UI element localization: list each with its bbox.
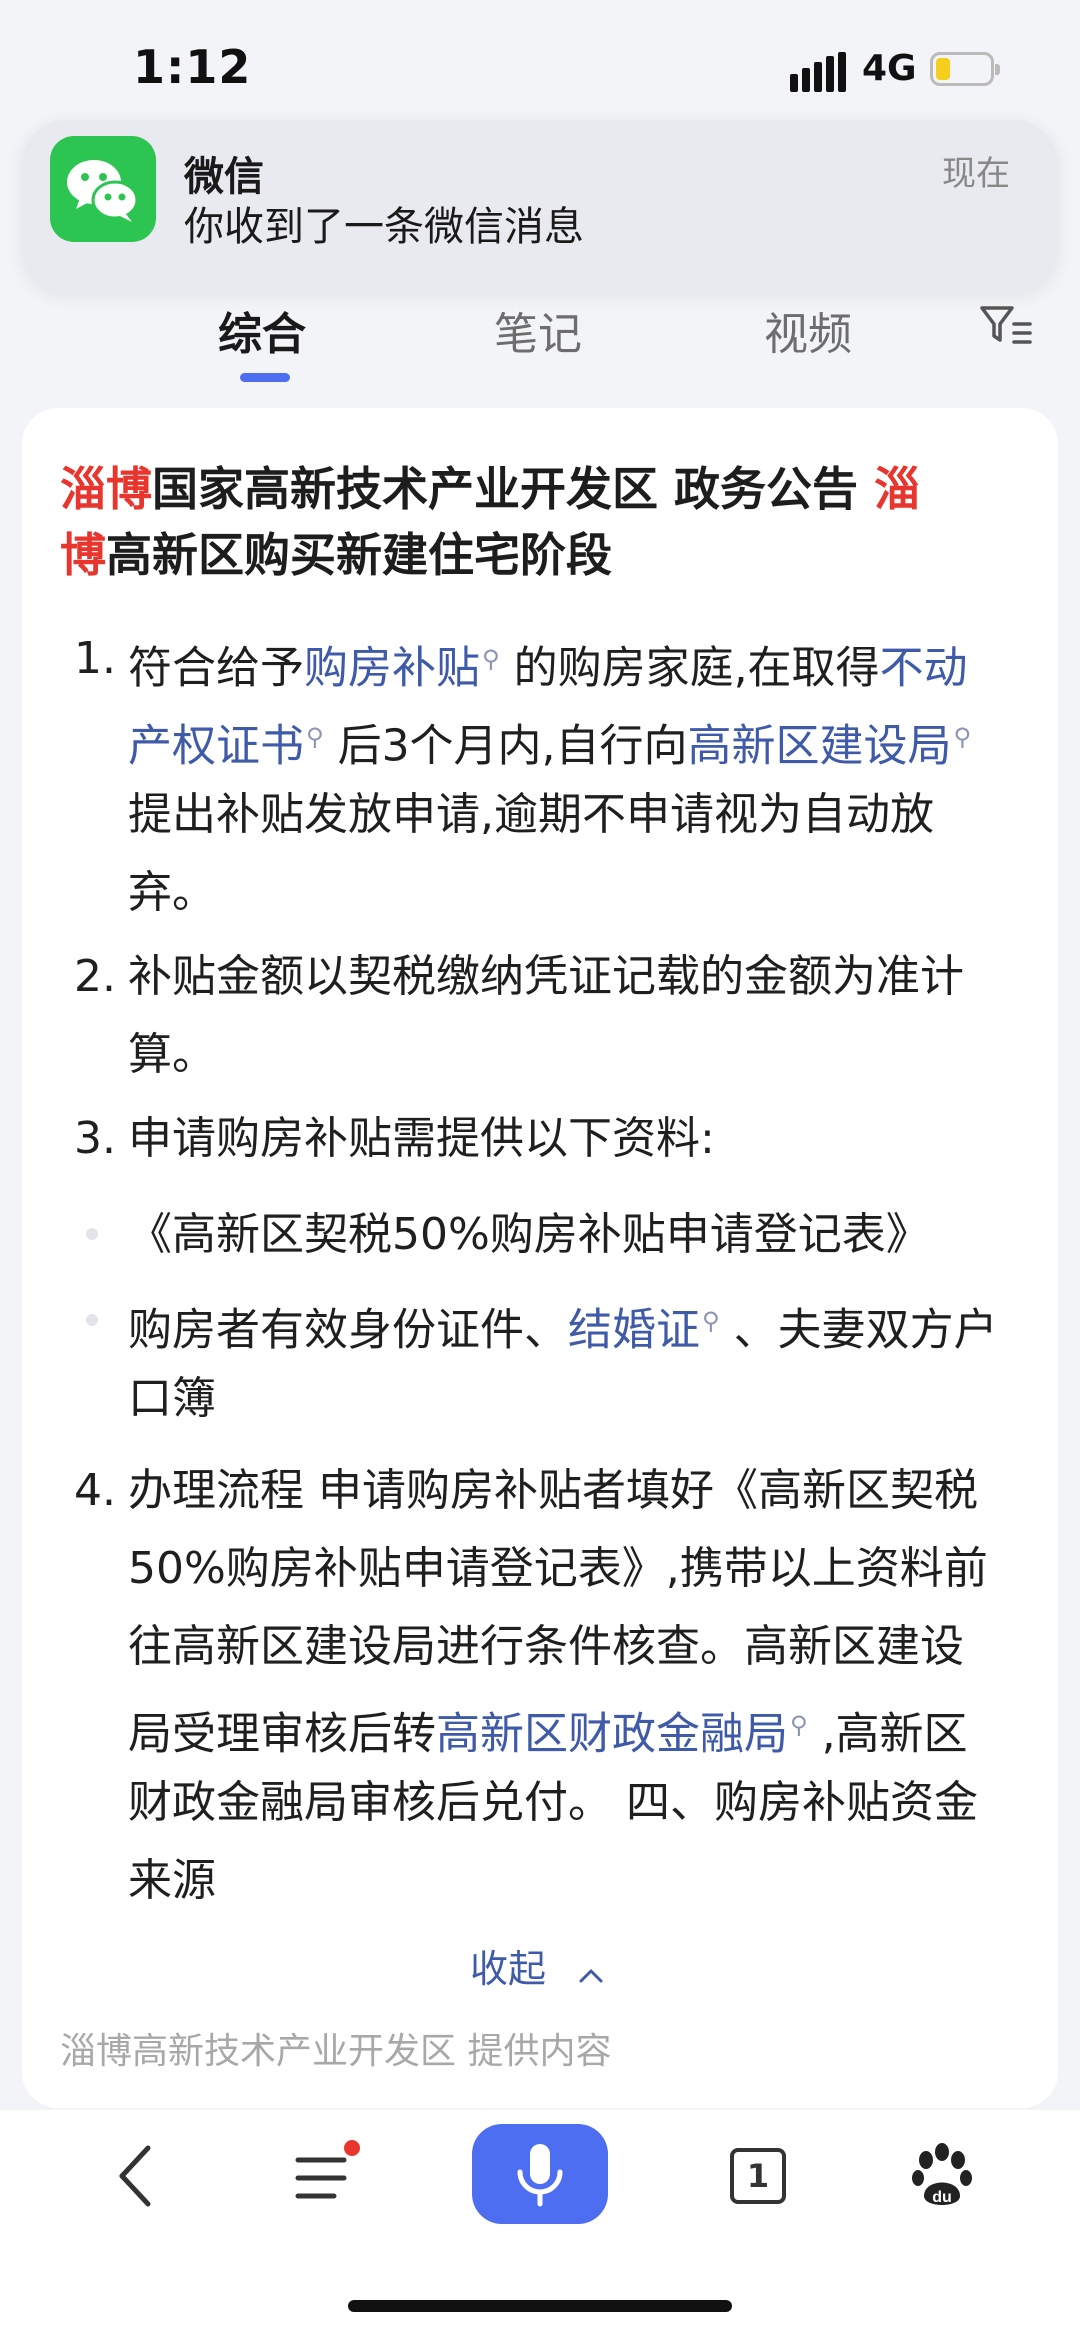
battery-icon <box>930 52 1000 86</box>
list-item-line: 申请购房补贴需提供以下资料: <box>128 1113 715 1164</box>
collapse-button[interactable]: 收起 <box>470 1938 604 1994</box>
list-number: 1. <box>74 633 116 684</box>
list-item-line: 50%购房补贴申请登记表》,携带以上资料前 <box>128 1543 988 1594</box>
bullet-item: 口簿 <box>128 1373 216 1424</box>
keyword-link[interactable]: 高新区财政金融局 <box>436 1709 788 1760</box>
list-item-line: 产权证书⚲ 后3个月内,自行向高新区建设局⚲ <box>128 698 971 786</box>
result-title[interactable]: 淄博国家高新技术产业开发区 政务公告 淄博高新区购买新建住宅阶段 <box>60 456 1020 588</box>
active-tab-indicator <box>240 373 290 382</box>
list-number: 3. <box>74 1113 116 1164</box>
text: ,高新区 <box>807 1708 968 1760</box>
bullet-item: 《高新区契税50%购房补贴申请登记表》 <box>128 1209 930 1260</box>
list-number: 2. <box>74 951 116 1002</box>
notification-time: 现在 <box>942 154 1010 194</box>
list-item-line: 往高新区建设局进行条件核查。高新区建设 <box>128 1621 964 1672</box>
search-icon[interactable]: ⚲ <box>702 1307 720 1335</box>
network-type: 4G <box>862 48 917 89</box>
collapse-label: 收起 <box>470 1947 547 1991</box>
bullet-dot <box>86 1314 98 1326</box>
status-bar: 1:12 4G <box>0 0 1080 130</box>
keyword-link[interactable]: 产权证书 <box>128 721 304 772</box>
baidu-paw-button[interactable]: du <box>910 2142 974 2210</box>
list-item-line: 财政金融局审核后兑付。 四、购房补贴资金 <box>128 1777 978 1828</box>
bullet-item: 购房者有效身份证件、结婚证⚲ 、夫妻双方户 <box>128 1282 998 1370</box>
text: 符合给予 <box>128 642 304 694</box>
tab-notes[interactable]: 笔记 <box>494 298 582 362</box>
list-item-line: 提出补贴发放申请,逾期不申请视为自动放 <box>128 789 934 840</box>
list-item-line: 符合给予购房补贴⚲ 的购房家庭,在取得不动 <box>128 620 968 708</box>
list-item-line: 算。 <box>128 1029 216 1080</box>
search-icon[interactable]: ⚲ <box>482 645 500 673</box>
filter-icon[interactable] <box>978 302 1034 346</box>
back-arrow-icon <box>119 2145 151 2207</box>
list-item-line: 局受理审核后转高新区财政金融局⚲ ,高新区 <box>128 1686 968 1774</box>
tab-comprehensive[interactable]: 综合 <box>218 298 306 362</box>
signal-icon <box>790 52 848 92</box>
search-icon[interactable]: ⚲ <box>954 723 972 751</box>
notification-message: 你收到了一条微信消息 <box>184 204 584 250</box>
content-source: 淄博高新技术产业开发区 提供内容 <box>60 2031 612 2072</box>
tab-videos[interactable]: 视频 <box>764 298 852 362</box>
bullet-dot <box>86 1228 98 1240</box>
list-number: 4. <box>74 1465 116 1516</box>
text: 的购房家庭,在取得 <box>499 642 880 694</box>
keyword-link[interactable]: 不动 <box>880 643 968 694</box>
text: 、夫妻双方户 <box>719 1304 998 1356</box>
baidu-paw-icon: du <box>912 2143 972 2206</box>
home-indicator[interactable] <box>348 2300 732 2312</box>
search-icon[interactable]: ⚲ <box>790 1711 808 1739</box>
text: 购房者有效身份证件、 <box>128 1304 568 1356</box>
svg-text:du: du <box>932 2189 952 2206</box>
title-highlight: 淄博 <box>60 462 152 516</box>
text: 局受理审核后转 <box>128 1708 436 1760</box>
keyword-link[interactable]: 高新区建设局 <box>688 721 952 772</box>
title-highlight: 博 <box>60 528 106 582</box>
keyword-link[interactable]: 购房补贴 <box>304 643 480 694</box>
menu-icon <box>295 2140 360 2199</box>
list-item-line: 弃。 <box>128 867 216 918</box>
title-text: 高新区购买新建住宅阶段 <box>106 528 612 582</box>
title-highlight: 淄 <box>874 462 921 516</box>
chevron-up-icon <box>578 1950 604 1994</box>
keyword-link[interactable]: 结婚证 <box>568 1305 700 1356</box>
text: 后3个月内,自行向 <box>323 720 688 772</box>
list-item-line: 办理流程 申请购房补贴者填好《高新区契税 <box>128 1465 978 1516</box>
microphone-icon <box>517 2144 563 2207</box>
wechat-notification[interactable]: 微信 你收到了一条微信消息 现在 <box>22 120 1058 292</box>
status-time: 1:12 <box>133 40 252 94</box>
list-item-line: 补贴金额以契税缴纳凭证记载的金额为准计 <box>128 951 964 1002</box>
title-text: 国家高新技术产业开发区 政务公告 <box>152 462 875 516</box>
list-item-line: 来源 <box>128 1855 216 1906</box>
voice-search-button[interactable] <box>472 2124 608 2224</box>
menu-button[interactable] <box>292 2140 370 2212</box>
search-icon[interactable]: ⚲ <box>306 723 324 751</box>
back-button[interactable] <box>112 2144 162 2208</box>
tabs-button[interactable]: 1 <box>730 2148 786 2204</box>
tab-count: 1 <box>746 2157 770 2195</box>
wechat-icon <box>50 136 156 242</box>
